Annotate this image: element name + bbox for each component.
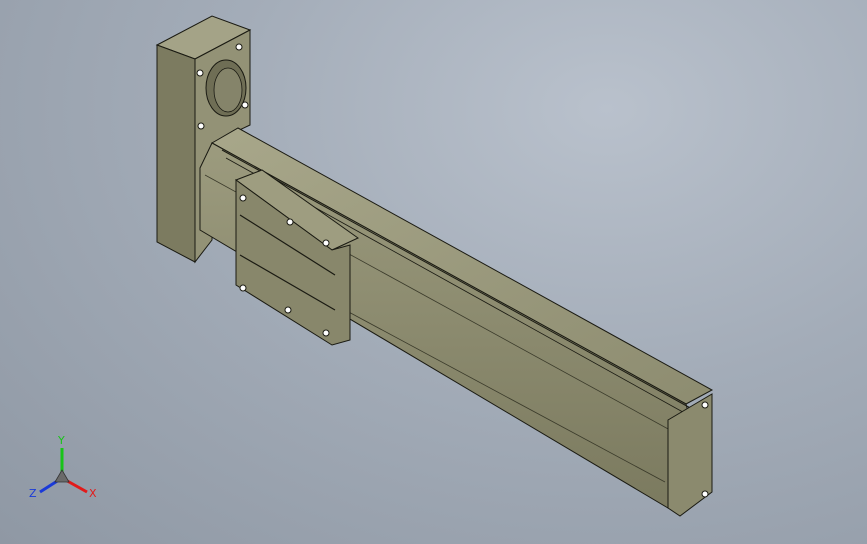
bracket-hole xyxy=(197,122,205,130)
triad-x-label: X xyxy=(89,487,97,500)
triad-z-label: Z xyxy=(29,487,37,500)
bracket-hole xyxy=(196,69,204,77)
carriage-hole xyxy=(239,194,247,202)
cad-viewport[interactable]: Y X Z xyxy=(0,0,867,544)
carriage-hole xyxy=(284,306,292,314)
carriage-hole xyxy=(286,218,294,226)
carriage-hole xyxy=(322,329,330,337)
triad-y-label: Y xyxy=(57,434,65,447)
bracket-hole xyxy=(235,43,243,51)
bracket-bore-inner xyxy=(213,67,243,113)
end-cap-hole xyxy=(701,490,709,498)
end-cap-hole xyxy=(701,401,709,409)
coordinate-triad: Y X Z xyxy=(29,434,97,500)
model-view[interactable]: Y X Z xyxy=(0,0,867,544)
triad-origin xyxy=(54,469,70,483)
carriage-hole xyxy=(322,239,330,247)
bracket-hole xyxy=(241,101,249,109)
bracket-side-face xyxy=(156,44,196,263)
carriage-hole xyxy=(239,284,247,292)
